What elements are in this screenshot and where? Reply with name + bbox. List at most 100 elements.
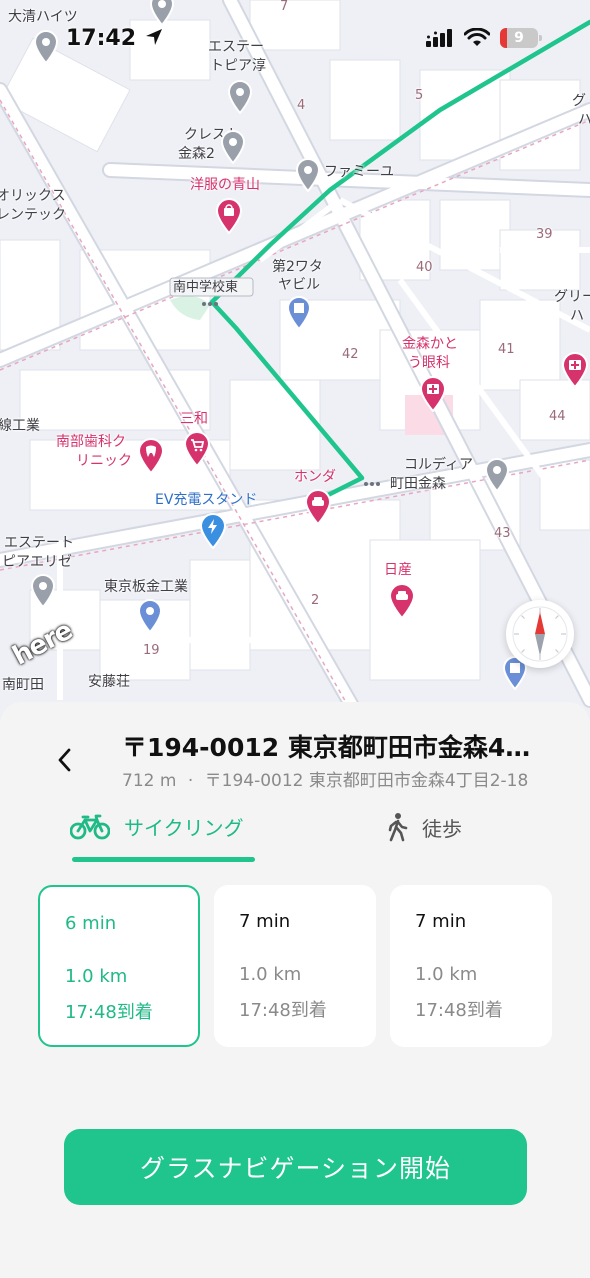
route-distance: 1.0 km (239, 964, 302, 985)
map-pin-gray-icon[interactable] (484, 458, 510, 492)
map-label: ファミーユ (324, 164, 394, 180)
map-label: エステー (208, 39, 264, 55)
map-label: 三和 (180, 411, 208, 427)
map-label: オリックス (0, 188, 66, 204)
block-number: 42 (342, 347, 359, 362)
block-number: 5 (415, 88, 424, 103)
block-number: 44 (549, 409, 566, 424)
map-pin-gray-icon[interactable] (220, 130, 246, 164)
route-distance: 712 m (122, 771, 177, 791)
clock: 17:42 (66, 26, 137, 51)
back-button[interactable] (46, 742, 82, 778)
tab-label: 徒歩 (422, 816, 462, 841)
block-number: 41 (498, 342, 515, 357)
tab-indicator (72, 857, 255, 862)
building-pin-icon[interactable] (137, 599, 163, 633)
location-arrow-icon (145, 29, 162, 45)
block-number: 7 (280, 0, 289, 14)
route-distance: 1.0 km (65, 966, 128, 987)
map-label: グリー (554, 289, 590, 305)
bicycle-icon (70, 814, 110, 839)
map-label: エステート (4, 535, 74, 551)
tab-cycling[interactable]: サイクリング (70, 812, 244, 841)
block-number: 39 (536, 227, 553, 242)
route-option-card[interactable]: 7 min 1.0 km 17:48到着 (214, 885, 376, 1047)
map-label: 金森かと (402, 336, 458, 352)
block-number: 40 (416, 260, 433, 275)
map-label: ホンダ (294, 469, 336, 485)
separator: · (187, 771, 194, 791)
map-label: 第2ワタ (272, 259, 323, 275)
map-label: レンテック (0, 207, 66, 223)
map-label: EV充電スタンド (155, 492, 258, 508)
block-number: 4 (297, 98, 306, 113)
map-label: 東京板金工業 (104, 579, 188, 595)
map-label: 南町田 (2, 677, 44, 693)
map-label: ハ (578, 112, 590, 128)
map-label: 日産 (384, 562, 412, 578)
route-duration: 7 min (415, 911, 467, 932)
status-icons: 9 (426, 28, 542, 48)
route-duration: 6 min (65, 913, 117, 934)
map-label: グ (572, 93, 586, 109)
compass-icon (512, 606, 568, 662)
route-arrival: 17:48到着 (239, 1000, 327, 1021)
map-base (0, 0, 590, 720)
destination-title: 〒194-0012 東京都町田市金森4… (122, 733, 531, 762)
route-option-card[interactable]: 6 min 1.0 km 17:48到着 (38, 885, 200, 1047)
block-number: 19 (143, 643, 160, 658)
tab-walking[interactable]: 徒歩 (386, 812, 462, 842)
car-pin-icon[interactable] (304, 489, 332, 525)
block-number: 2 (311, 593, 320, 608)
map-label: 南部歯科ク (56, 434, 126, 450)
destination-subtitle: 712 m · 〒194-0012 東京都町田市金森4丁目2-18 (122, 766, 528, 791)
block-number: 43 (494, 526, 511, 541)
chevron-left-icon (58, 748, 71, 772)
shopping-bag-pin-icon[interactable] (215, 198, 243, 234)
cellular-signal-icon (426, 29, 452, 47)
route-arrival: 17:48到着 (65, 1002, 153, 1023)
status-time: 17:42 (66, 26, 164, 51)
ev-charging-pin-icon[interactable] (199, 513, 227, 549)
route-arrival: 17:48到着 (415, 1000, 503, 1021)
walking-icon (388, 813, 408, 842)
battery-percent: 9 (514, 30, 524, 46)
transit-stop-label: 南中学校東 (173, 280, 239, 295)
map-pin-gray-icon[interactable] (149, 0, 175, 26)
map-label: ハ (570, 308, 584, 324)
tab-label: サイクリング (124, 816, 244, 840)
map-label: 町田金森 (390, 476, 446, 492)
map-label: 洋服の青山 (190, 177, 260, 193)
map-pin-gray-icon[interactable] (33, 30, 59, 64)
map-label: う眼科 (408, 355, 450, 371)
battery-icon: 9 (500, 28, 542, 48)
route-option-card[interactable]: 7 min 1.0 km 17:48到着 (390, 885, 552, 1047)
map-label: トピア淳 (210, 58, 266, 74)
building-pin-icon[interactable] (286, 296, 312, 330)
map-label: コルディア (404, 457, 474, 473)
map-label: 大清ハイツ (8, 9, 78, 25)
battery-level (500, 28, 507, 48)
map-pin-gray-icon[interactable] (227, 80, 253, 114)
map-label: ピアエリゼ (2, 554, 72, 570)
map-label: 金森2 (178, 146, 215, 162)
route-sheet: 〒194-0012 東京都町田市金森4… 712 m · 〒194-0012 東… (0, 702, 590, 1278)
tooth-pin-icon[interactable] (137, 438, 165, 474)
compass-button[interactable] (506, 600, 574, 668)
map-label: 線工業 (0, 418, 40, 434)
cart-pin-icon[interactable] (183, 431, 211, 467)
start-glass-navigation-button[interactable]: グラスナビゲーション開始 (64, 1129, 527, 1205)
map-pin-gray-icon[interactable] (30, 574, 56, 608)
hospital-pin-icon[interactable] (561, 352, 589, 388)
hospital-pin-icon[interactable] (419, 376, 447, 412)
car-pin-icon[interactable] (388, 583, 416, 619)
map-label: リニック (76, 453, 132, 469)
map-label: 安藤荘 (88, 674, 130, 690)
map-pin-gray-icon[interactable] (295, 158, 321, 192)
map-view[interactable]: 大清ハイツ エステー トピア淳 クレスト 金森2 ファミーユ 洋服の青山 オリッ… (0, 0, 590, 720)
map-label: ヤビル (278, 277, 320, 293)
route-distance: 1.0 km (415, 964, 478, 985)
route-duration: 7 min (239, 911, 291, 932)
destination-address: 〒194-0012 東京都町田市金森4丁目2-18 (204, 771, 529, 791)
wifi-icon (464, 28, 490, 46)
